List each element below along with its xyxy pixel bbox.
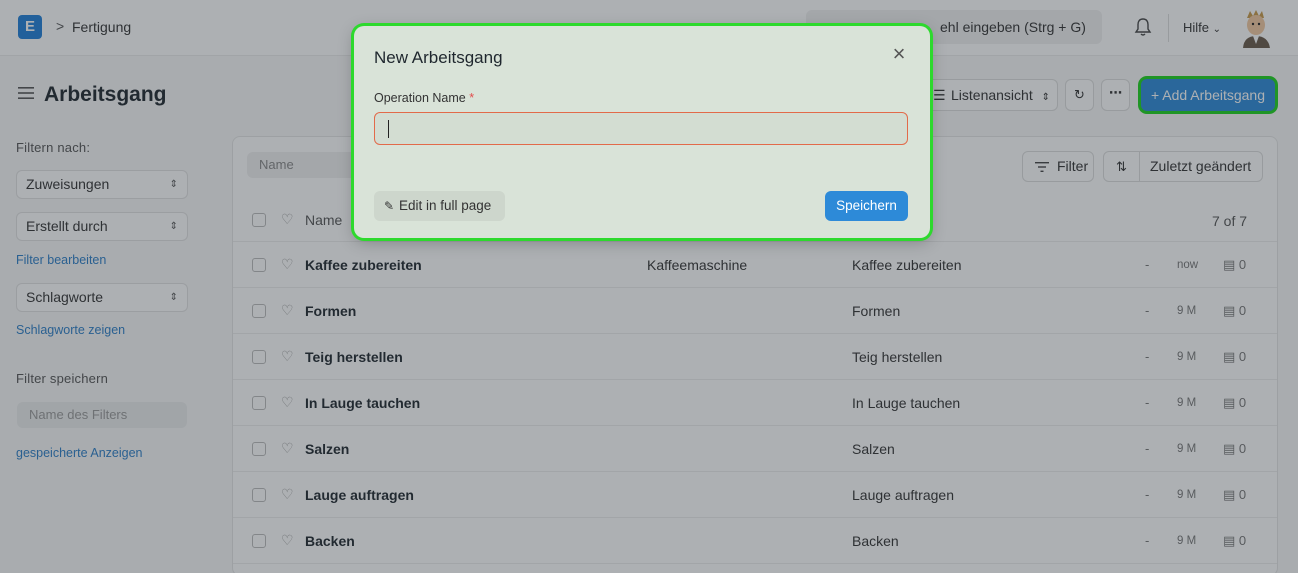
edit-in-full-page-button[interactable]: ✎ Edit in full page — [374, 191, 505, 221]
new-arbeitsgang-dialog: New Arbeitsgang × Operation Name * ✎ Edi… — [354, 26, 930, 238]
close-icon[interactable]: × — [888, 43, 910, 66]
dialog-title: New Arbeitsgang — [374, 48, 503, 67]
operation-name-label-text: Operation Name — [374, 91, 466, 105]
operation-name-label: Operation Name * — [374, 91, 474, 105]
pencil-icon: ✎ — [384, 199, 395, 213]
edit-in-full-page-label: Edit in full page — [399, 198, 492, 213]
required-marker: * — [469, 91, 475, 105]
save-button[interactable]: Speichern — [825, 191, 908, 221]
operation-name-input[interactable] — [374, 112, 908, 145]
text-caret — [388, 120, 389, 138]
